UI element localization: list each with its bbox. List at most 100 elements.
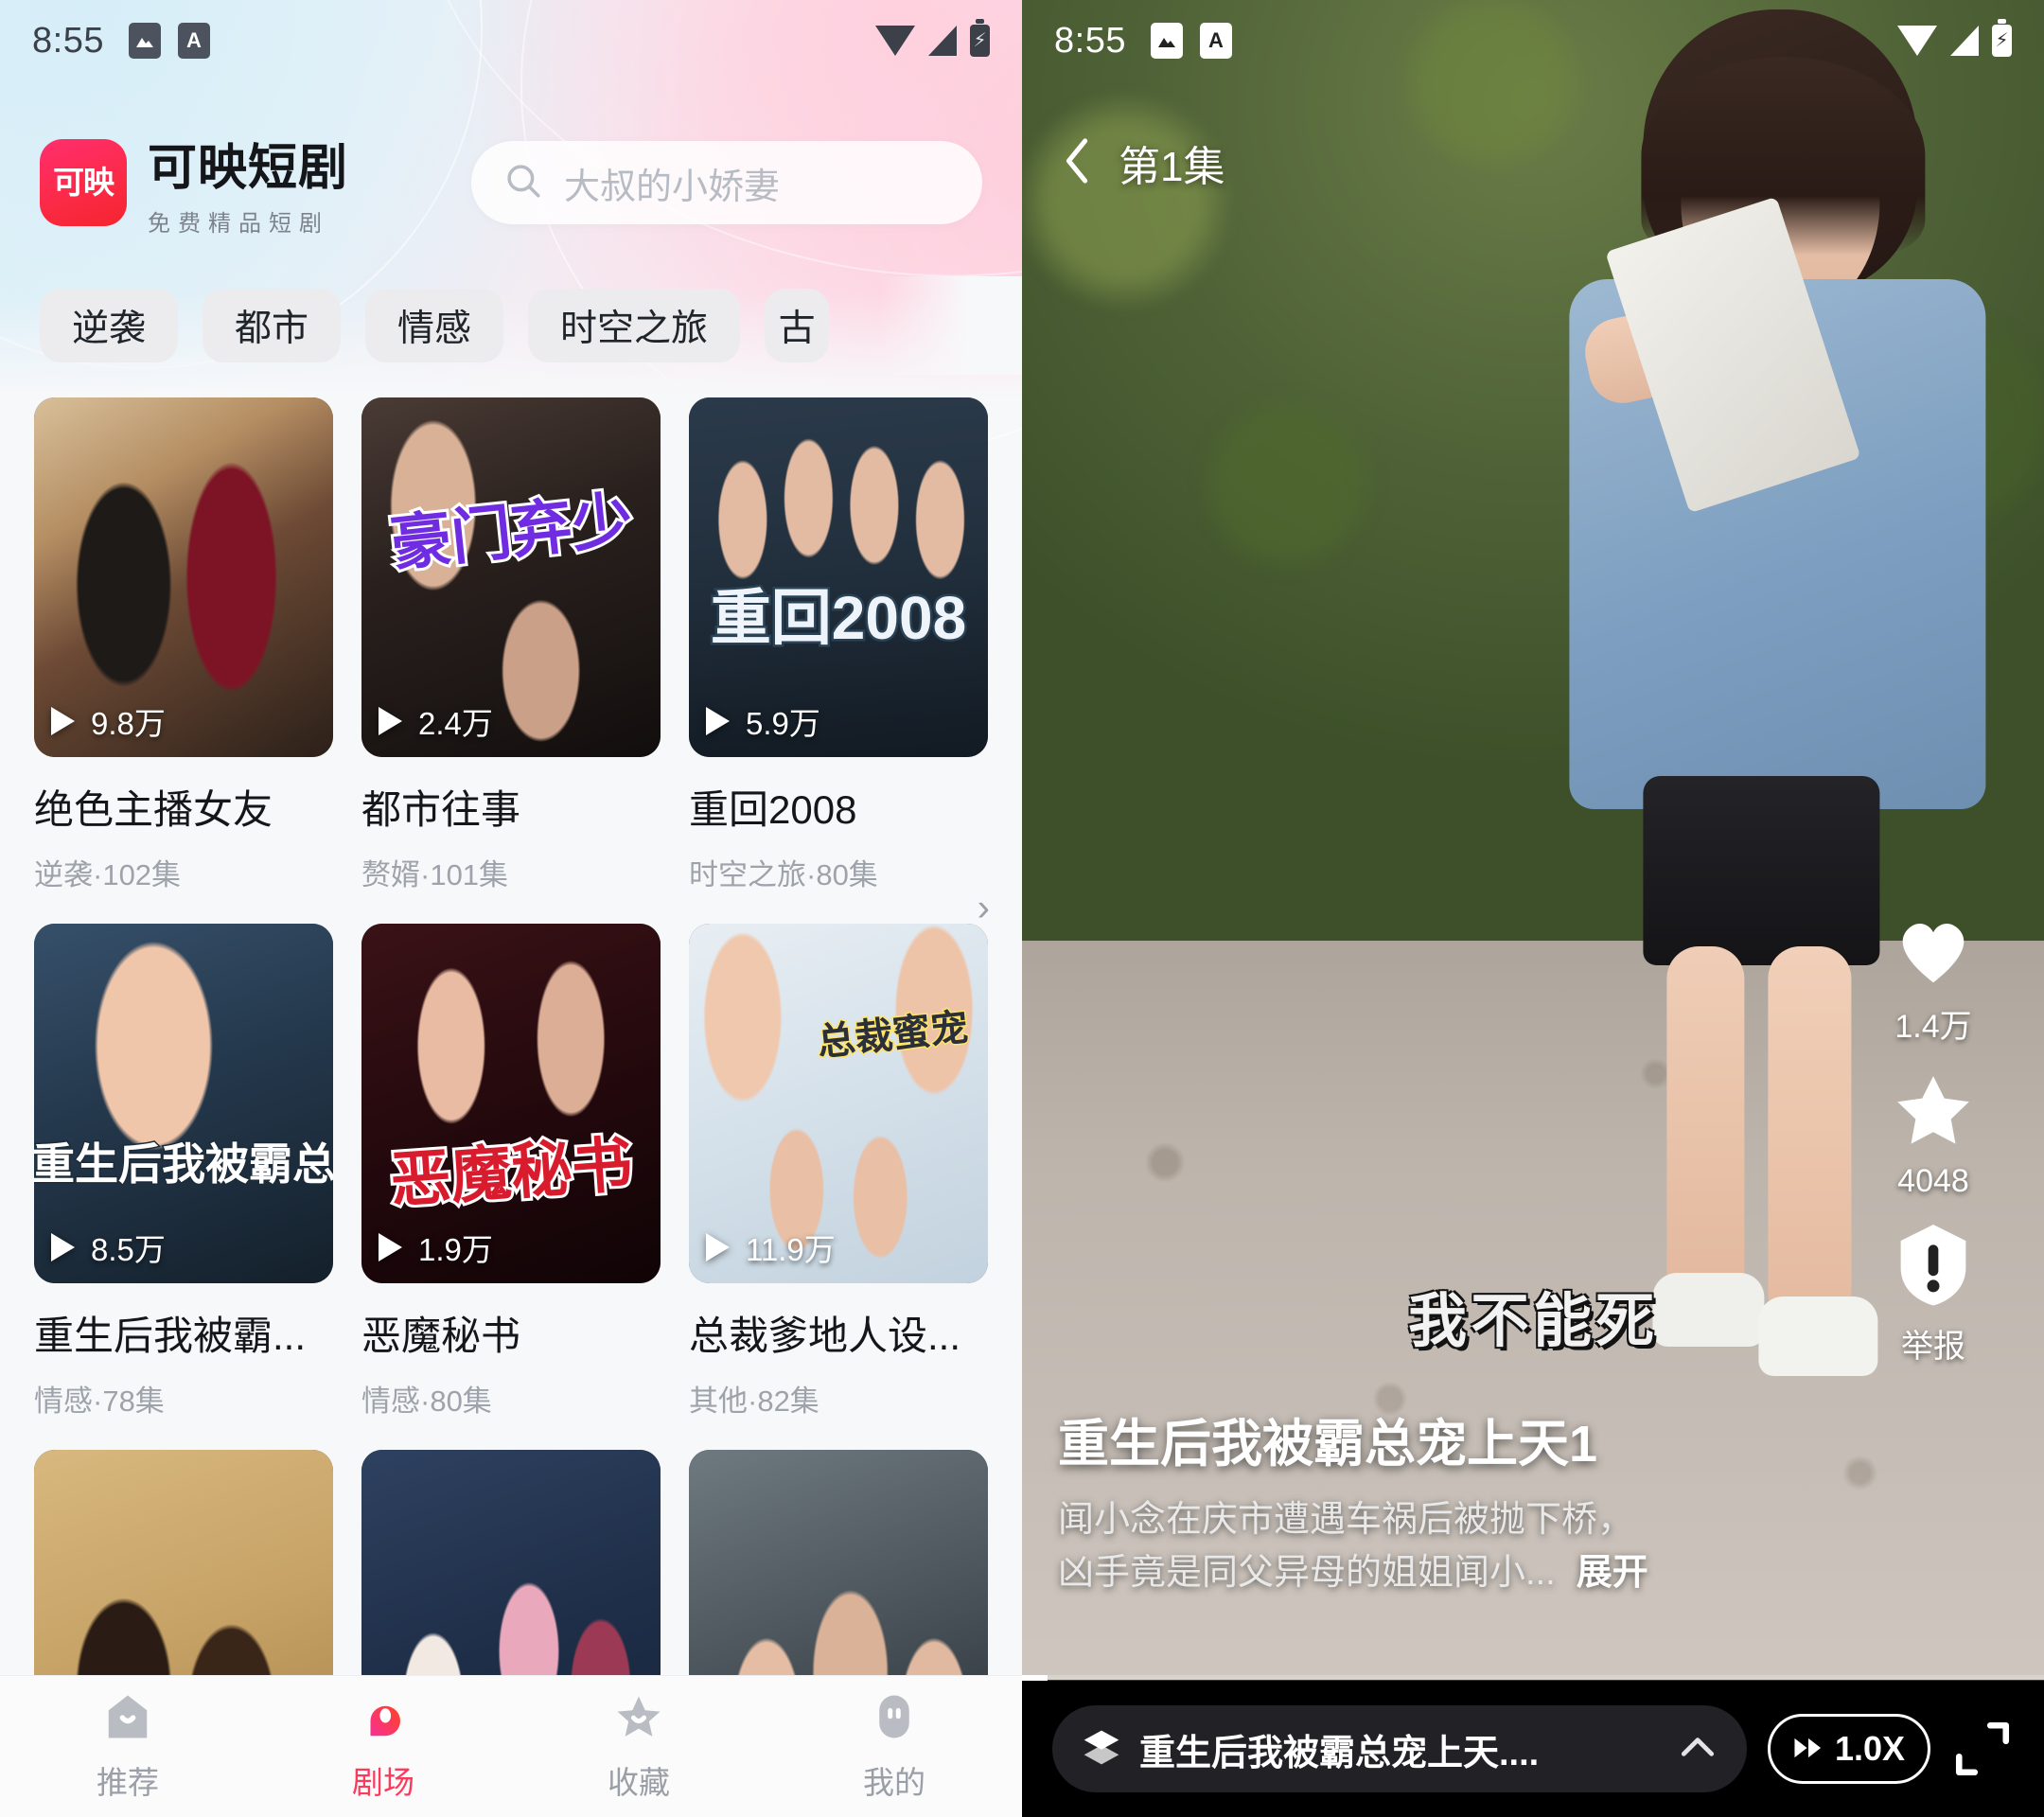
drama-poster[interactable]: 豪门弃少 2.4万 bbox=[361, 397, 661, 757]
video-description-line-1: 闻小念在庆市遭遇车祸后被抛下桥， bbox=[1058, 1499, 1634, 1540]
star-icon bbox=[613, 1690, 664, 1748]
drama-meta: 其他·82集 bbox=[689, 1385, 819, 1418]
play-count-value: 5.9万 bbox=[746, 706, 820, 741]
brand-mark-icon: 可映 bbox=[40, 139, 127, 226]
drama-title: 恶魔秘书 bbox=[361, 1314, 521, 1358]
drama-card[interactable]: 重生后我被霸总 8.5万 重生后我被霸... 情感·78集 bbox=[34, 924, 333, 1420]
drama-card[interactable]: 重回2008 5.9万 重回2008 时空之旅·80集 bbox=[689, 397, 988, 893]
fullscreen-icon[interactable] bbox=[1951, 1718, 2014, 1780]
drama-poster[interactable]: 重回2008 5.9万 bbox=[689, 397, 988, 757]
episode-list-icon bbox=[1081, 1726, 1122, 1773]
player-header: 第1集 bbox=[1056, 132, 1225, 193]
drama-poster[interactable]: 重生后我被霸总 8.5万 bbox=[34, 924, 333, 1283]
poster-overlay-text: 恶魔秘书 bbox=[385, 1128, 637, 1219]
drama-meta: 情感·78集 bbox=[34, 1385, 165, 1418]
heart-icon[interactable] bbox=[1890, 908, 1977, 993]
poster-art-detail bbox=[361, 1450, 661, 1675]
tab-favorites[interactable]: 收藏 bbox=[511, 1690, 766, 1803]
status-bar-notification-icons: A bbox=[1150, 23, 1232, 59]
status-bar-system-icons: ⚡ bbox=[875, 19, 990, 57]
keyboard-a-icon: A bbox=[1199, 23, 1232, 59]
tab-recommend-label: 推荐 bbox=[97, 1765, 159, 1800]
brand-title: 可映短剧 bbox=[148, 140, 349, 197]
drama-card[interactable]: 9.8万 绝色主播女友 逆袭·102集 bbox=[34, 397, 333, 893]
report-action[interactable]: 举报 bbox=[1894, 1221, 1973, 1367]
drama-poster[interactable]: 恶魔秘书 1.9万 bbox=[361, 924, 661, 1283]
brand-subtitle: 免费精品短剧 bbox=[148, 211, 329, 237]
play-count-value: 2.4万 bbox=[418, 706, 493, 741]
category-chip-2[interactable]: 情感 bbox=[365, 289, 504, 362]
play-icon bbox=[51, 1232, 79, 1262]
bottom-navigation-bar[interactable]: 推荐 剧场 收藏 我的 bbox=[0, 1675, 1022, 1817]
drama-card[interactable]: 总裁蜜宠 11.9万 总裁爹地人设... 其他·82集 bbox=[689, 924, 988, 1420]
drama-poster[interactable] bbox=[361, 1450, 661, 1675]
favorite-count: 4048 bbox=[1897, 1163, 1969, 1199]
video-side-actions[interactable]: 1.4万 4048 举报 bbox=[1862, 908, 2004, 1367]
status-bar-time: 8:55 bbox=[1054, 20, 1126, 61]
play-icon bbox=[379, 1232, 407, 1262]
episode-selector-title: 重生后我被霸总宠上天.... bbox=[1139, 1733, 1540, 1773]
episode-selector-button[interactable]: 重生后我被霸总宠上天.... bbox=[1052, 1705, 1747, 1792]
category-chip-3[interactable]: 时空之旅 bbox=[528, 289, 741, 362]
keyboard-a-icon: A bbox=[177, 23, 210, 59]
player-control-bar[interactable]: 重生后我被霸总宠上天.... 1.0X bbox=[1022, 1681, 2044, 1817]
tab-theater-label: 剧场 bbox=[352, 1765, 414, 1800]
drama-meta: 赘婿·101集 bbox=[361, 858, 509, 891]
chip-row-fade bbox=[880, 276, 1022, 375]
tab-theater[interactable]: 剧场 bbox=[256, 1690, 511, 1803]
drama-poster[interactable] bbox=[34, 1450, 333, 1675]
play-count: 11.9万 bbox=[706, 1225, 836, 1270]
play-count: 5.9万 bbox=[706, 698, 820, 744]
favorite-action[interactable]: 4048 bbox=[1890, 1067, 1977, 1200]
chevron-left-icon[interactable] bbox=[1056, 133, 1100, 193]
tab-profile[interactable]: 我的 bbox=[766, 1690, 1022, 1803]
signal-icon bbox=[928, 26, 957, 56]
category-chip-0[interactable]: 逆袭 bbox=[40, 289, 179, 362]
status-bar-time: 8:55 bbox=[32, 20, 104, 61]
drama-meta: 逆袭·102集 bbox=[34, 858, 182, 891]
poster-overlay-text: 重生后我被霸总 bbox=[34, 1138, 333, 1190]
chevron-right-icon[interactable]: › bbox=[978, 888, 990, 930]
playback-speed-button[interactable]: 1.0X bbox=[1767, 1714, 1930, 1784]
image-icon bbox=[1150, 23, 1183, 59]
image-icon bbox=[128, 23, 161, 59]
screenshot-root: 8:55 A ⚡ 可映 可映短剧 免费精品短剧 大叔的小娇妻 逆袭 都市 情感 … bbox=[0, 0, 2044, 1817]
like-action[interactable]: 1.4万 bbox=[1890, 908, 1977, 1047]
star-icon[interactable] bbox=[1890, 1067, 1977, 1155]
like-count: 1.4万 bbox=[1894, 1009, 1972, 1045]
tab-recommend[interactable]: 推荐 bbox=[0, 1690, 256, 1803]
play-count-value: 11.9万 bbox=[746, 1232, 836, 1267]
poster-overlay-text: 重回2008 bbox=[708, 582, 968, 655]
drama-poster[interactable]: 总裁蜜宠 11.9万 bbox=[689, 924, 988, 1283]
category-chip-4[interactable]: 古 bbox=[765, 289, 830, 362]
video-description-line-2: 凶手竟是同父异母的姐姐闻小... bbox=[1058, 1552, 1556, 1593]
drama-meta: 时空之旅·80集 bbox=[689, 858, 878, 891]
play-icon bbox=[706, 1232, 734, 1262]
drama-card[interactable] bbox=[34, 1450, 333, 1675]
report-icon[interactable] bbox=[1894, 1221, 1973, 1313]
brand-logo[interactable]: 可映 可映短剧 免费精品短剧 bbox=[40, 128, 348, 238]
chevron-up-icon[interactable] bbox=[1677, 1733, 1718, 1766]
drama-card[interactable]: 豪门弃少 2.4万 都市往事 赘婿·101集 bbox=[361, 397, 661, 893]
play-count-value: 8.5万 bbox=[91, 1232, 166, 1267]
drama-poster[interactable]: 9.8万 bbox=[34, 397, 333, 757]
wifi-icon bbox=[875, 26, 915, 56]
drama-card-grid: 9.8万 绝色主播女友 逆袭·102集 豪门弃少 2.4万 都市往事 赘婿·10… bbox=[0, 397, 1022, 1675]
playback-speed-label: 1.0X bbox=[1834, 1729, 1905, 1768]
category-chip-1[interactable]: 都市 bbox=[203, 289, 342, 362]
app-home-panel: 8:55 A ⚡ 可映 可映短剧 免费精品短剧 大叔的小娇妻 逆袭 都市 情感 … bbox=[0, 0, 1022, 1817]
play-icon bbox=[379, 706, 407, 736]
home-icon bbox=[102, 1690, 153, 1748]
drama-title: 重生后我被霸... bbox=[34, 1314, 307, 1358]
video-title: 重生后我被霸总宠上天1 bbox=[1058, 1415, 1598, 1473]
tab-favorites-label: 收藏 bbox=[608, 1765, 670, 1800]
drama-card[interactable] bbox=[689, 1450, 988, 1675]
search-input[interactable]: 大叔的小娇妻 bbox=[471, 141, 982, 224]
drama-poster[interactable] bbox=[689, 1450, 988, 1675]
drama-card[interactable] bbox=[361, 1450, 661, 1675]
expand-description-button[interactable]: 展开 bbox=[1577, 1546, 1648, 1599]
battery-charging-icon: ⚡ bbox=[1992, 19, 2012, 57]
drama-title: 总裁爹地人设... bbox=[689, 1314, 961, 1358]
category-chip-row[interactable]: 逆袭 都市 情感 时空之旅 古 bbox=[0, 276, 1022, 375]
drama-card[interactable]: 恶魔秘书 1.9万 恶魔秘书 情感·80集 bbox=[361, 924, 661, 1420]
